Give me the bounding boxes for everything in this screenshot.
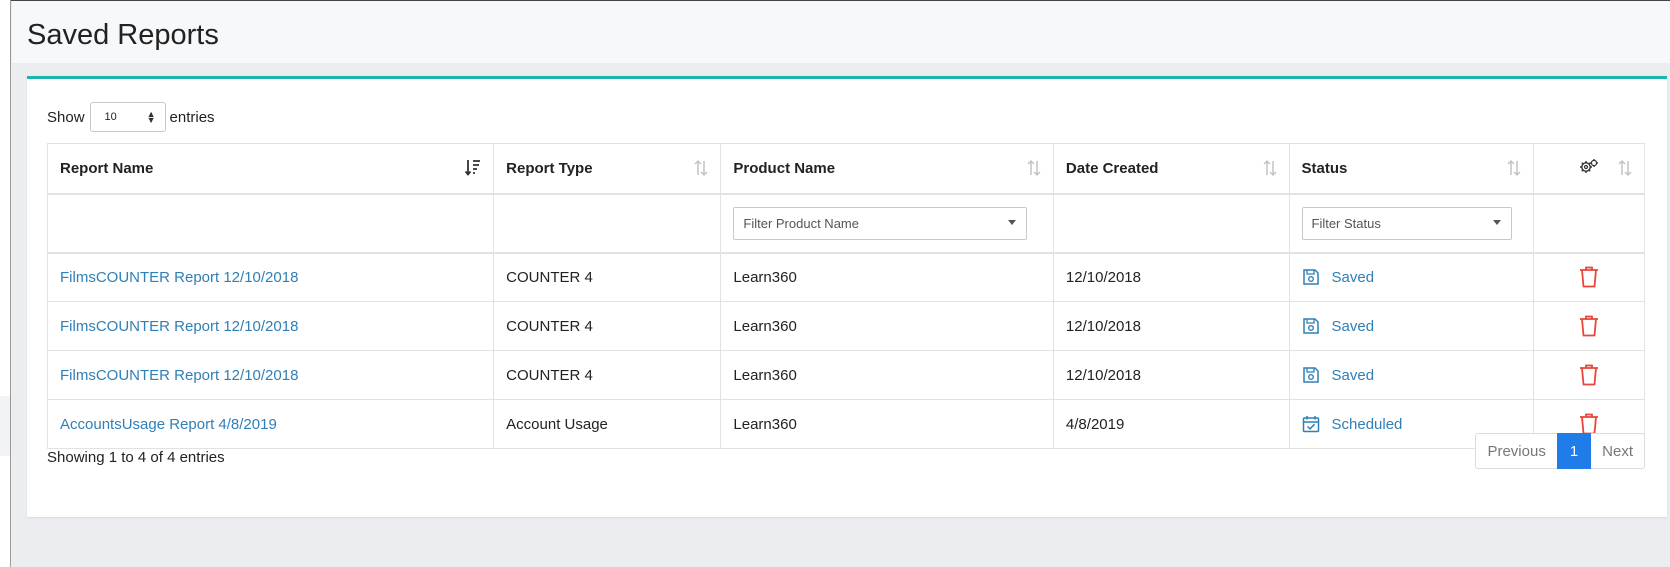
status-label: Saved	[1331, 268, 1375, 286]
column-header-actions[interactable]	[1533, 143, 1645, 195]
length-prefix: Show	[47, 108, 85, 126]
caret-down-icon	[1492, 219, 1501, 225]
report-type-cell: Account Usage	[493, 399, 722, 449]
calendar-check-icon	[1302, 416, 1319, 433]
filter-cell-empty	[46, 193, 495, 254]
date-created-cell: 12/10/2018	[1052, 350, 1290, 400]
date-created-cell: 12/10/2018	[1052, 252, 1290, 302]
report-name-link[interactable]: FilmsCOUNTER Report 12/10/2018	[60, 318, 298, 335]
save-icon	[1302, 367, 1319, 383]
table-row: AccountsUsage Report 4/8/2019 Account Us…	[46, 399, 1645, 449]
trash-icon[interactable]	[1579, 364, 1599, 386]
report-name-link[interactable]: AccountsUsage Report 4/8/2019	[60, 416, 277, 433]
filter-cell-status: Filter Status	[1288, 193, 1535, 254]
trash-icon[interactable]	[1579, 315, 1599, 337]
table-info: Showing 1 to 4 of 4 entries	[47, 449, 225, 466]
column-label: Report Name	[60, 159, 154, 177]
column-header-date-created[interactable]: Date Created	[1052, 143, 1290, 195]
sort-icon	[1507, 159, 1521, 177]
sort-icon	[1262, 159, 1277, 177]
page-title: Saved Reports	[27, 19, 219, 51]
sort-icon	[1618, 159, 1632, 177]
report-name-link[interactable]: FilmsCOUNTER Report 12/10/2018	[60, 367, 298, 384]
filter-status-select[interactable]: Filter Status	[1301, 206, 1512, 240]
date-created-cell: 12/10/2018	[1052, 301, 1290, 351]
reports-table: Report Name Report Type Product Name Dat…	[46, 143, 1645, 449]
table-row: FilmsCOUNTER Report 12/10/2018 COUNTER 4…	[46, 301, 1645, 351]
status-label: Scheduled	[1331, 415, 1403, 433]
column-label: Status	[1301, 159, 1348, 177]
filter-product-placeholder: Filter Product Name	[743, 215, 859, 231]
filter-cell-empty	[1052, 193, 1290, 254]
select-arrows-icon: ▲ ▼	[146, 109, 156, 125]
page-header: Saved Reports	[12, 1, 1670, 63]
filter-cell-empty	[1533, 193, 1645, 254]
left-sidebar-edge	[0, 0, 11, 567]
column-label: Date Created	[1065, 159, 1159, 177]
page-1-button[interactable]: 1	[1556, 433, 1592, 469]
product-name-cell: Learn360	[720, 252, 1054, 302]
save-icon	[1302, 318, 1319, 334]
length-menu: Show 10 ▲ ▼ entries	[47, 102, 215, 132]
product-name-cell: Learn360	[720, 350, 1054, 400]
filter-product-select[interactable]: Filter Product Name	[733, 206, 1028, 240]
column-label: Report Type	[506, 159, 593, 177]
entries-per-page-select[interactable]: 10 ▲ ▼	[89, 102, 166, 132]
filter-cell-empty	[493, 193, 722, 254]
table-row: FilmsCOUNTER Report 12/10/2018 COUNTER 4…	[46, 252, 1645, 302]
sort-icon	[694, 159, 708, 177]
column-header-product-name[interactable]: Product Name	[720, 143, 1054, 195]
report-type-cell: COUNTER 4	[493, 350, 722, 400]
trash-icon[interactable]	[1579, 413, 1599, 435]
reports-card: Show 10 ▲ ▼ entries Report Name Report Ty…	[27, 76, 1667, 517]
column-header-report-type[interactable]: Report Type	[493, 143, 722, 195]
filter-row: Filter Product Name Filter Status	[46, 193, 1645, 254]
status-link[interactable]: Scheduled	[1302, 415, 1522, 433]
report-name-link[interactable]: FilmsCOUNTER Report 12/10/2018	[60, 269, 298, 286]
entries-per-page-value: 10	[104, 111, 117, 123]
sidebar-notch	[0, 396, 10, 456]
column-label: Product Name	[733, 159, 836, 177]
filter-cell-product: Filter Product Name	[720, 193, 1054, 254]
previous-page-button[interactable]: Previous	[1475, 433, 1557, 469]
caret-down-icon	[1008, 219, 1017, 225]
report-type-cell: COUNTER 4	[493, 301, 722, 351]
pagination: Previous 1 Next	[1475, 433, 1645, 469]
table-header-row: Report Name Report Type Product Name Dat…	[46, 143, 1645, 195]
column-header-status[interactable]: Status	[1288, 143, 1535, 195]
status-link[interactable]: Saved	[1302, 268, 1522, 286]
status-link[interactable]: Saved	[1302, 366, 1522, 384]
date-created-cell: 4/8/2019	[1052, 399, 1290, 449]
sort-descending-icon	[465, 159, 481, 177]
table-row: FilmsCOUNTER Report 12/10/2018 COUNTER 4…	[46, 350, 1645, 400]
report-type-cell: COUNTER 4	[493, 252, 722, 302]
product-name-cell: Learn360	[720, 399, 1054, 449]
column-header-report-name[interactable]: Report Name	[46, 143, 495, 195]
status-link[interactable]: Saved	[1302, 317, 1522, 335]
trash-icon[interactable]	[1579, 266, 1599, 288]
product-name-cell: Learn360	[720, 301, 1054, 351]
next-page-button[interactable]: Next	[1591, 433, 1645, 469]
sort-icon	[1027, 159, 1041, 177]
status-label: Saved	[1331, 366, 1375, 384]
status-label: Saved	[1331, 317, 1375, 335]
filter-status-placeholder: Filter Status	[1311, 215, 1381, 231]
length-suffix: entries	[169, 108, 215, 126]
settings-gears-icon	[1579, 159, 1599, 178]
save-icon	[1302, 269, 1319, 285]
